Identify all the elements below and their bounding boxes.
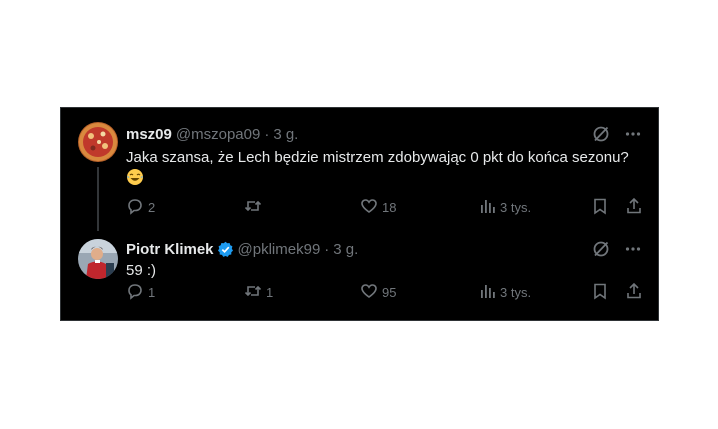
views-icon — [478, 282, 496, 303]
share-icon — [625, 282, 643, 303]
user-handle[interactable]: @pklimek99 — [238, 241, 321, 258]
face-with-tears-of-joy-icon — [126, 168, 144, 186]
retweet-icon — [244, 282, 262, 303]
bookmark-icon — [591, 197, 609, 218]
separator-dot: · — [264, 125, 270, 143]
tweet-time[interactable]: 3 g. — [333, 241, 358, 258]
tweet-2[interactable]: Piotr Klimek @pklimek99 · 3 g. 59:) 1 1… — [61, 226, 658, 320]
tweet-text-content: 59 :) — [126, 262, 157, 279]
display-name[interactable]: Piotr Klimek — [126, 241, 214, 258]
reply-button[interactable]: 2 — [126, 197, 155, 217]
avatar-piotr-klimek[interactable] — [78, 239, 118, 279]
tweet-text: Jaka szansa, że Lech będzie mistrzem zdo… — [126, 148, 640, 189]
avatar-msz09[interactable] — [78, 122, 118, 162]
retweet-count: 1 — [266, 284, 274, 300]
bookmark-button[interactable] — [591, 282, 609, 302]
reply-count: 2 — [148, 199, 156, 215]
more-icon[interactable] — [623, 239, 643, 259]
retweet-button[interactable]: 1 — [244, 282, 273, 302]
views-button[interactable]: 3 tys. — [478, 282, 531, 302]
tweet-header: msz09 @mszopa09 · 3 g. — [126, 125, 600, 143]
display-name[interactable]: msz09 — [126, 126, 172, 143]
views-button[interactable]: 3 tys. — [478, 197, 531, 217]
tweet-top-icons — [591, 239, 643, 259]
reply-button[interactable]: 1 — [126, 282, 155, 302]
like-count: 95 — [382, 284, 397, 300]
separator-dot: · — [324, 240, 330, 258]
reply-count: 1 — [148, 284, 156, 300]
views-icon — [478, 197, 496, 218]
views-count: 3 tys. — [500, 199, 532, 215]
share-icon — [625, 197, 643, 218]
tweet-text: 59 :) — [126, 261, 640, 281]
grok-icon[interactable] — [591, 124, 611, 144]
tweet-top-icons — [591, 124, 643, 144]
reply-icon — [126, 282, 144, 303]
like-button[interactable]: 95 — [360, 282, 396, 302]
tweet-actions: 2 18 3 tys. — [126, 197, 643, 217]
like-count: 18 — [382, 199, 397, 215]
like-icon — [360, 197, 378, 218]
verified-badge-icon — [217, 241, 234, 258]
retweet-button[interactable] — [244, 197, 266, 217]
views-count: 3 tys. — [500, 284, 532, 300]
reply-icon — [126, 197, 144, 218]
tweet-1[interactable]: msz09 @mszopa09 · 3 g. Jaka szansa, że L… — [61, 108, 658, 231]
retweet-icon — [244, 197, 262, 218]
tweet-text-content: Jaka szansa, że Lech będzie mistrzem zdo… — [126, 149, 629, 166]
thread-connector-line — [97, 167, 99, 231]
share-button[interactable] — [625, 197, 643, 217]
user-handle[interactable]: @mszopa09 — [176, 126, 260, 143]
tweet-time[interactable]: 3 g. — [273, 126, 298, 143]
share-button[interactable] — [625, 282, 643, 302]
bookmark-icon — [591, 282, 609, 303]
like-button[interactable]: 18 — [360, 197, 396, 217]
grok-icon[interactable] — [591, 239, 611, 259]
tweet-thread-card: msz09 @mszopa09 · 3 g. Jaka szansa, że L… — [60, 107, 659, 321]
tweet-actions: 1 1 95 3 tys. — [126, 282, 643, 302]
bookmark-button[interactable] — [591, 197, 609, 217]
tweet-header: Piotr Klimek @pklimek99 · 3 g. — [126, 240, 600, 258]
more-icon[interactable] — [623, 124, 643, 144]
like-icon — [360, 282, 378, 303]
